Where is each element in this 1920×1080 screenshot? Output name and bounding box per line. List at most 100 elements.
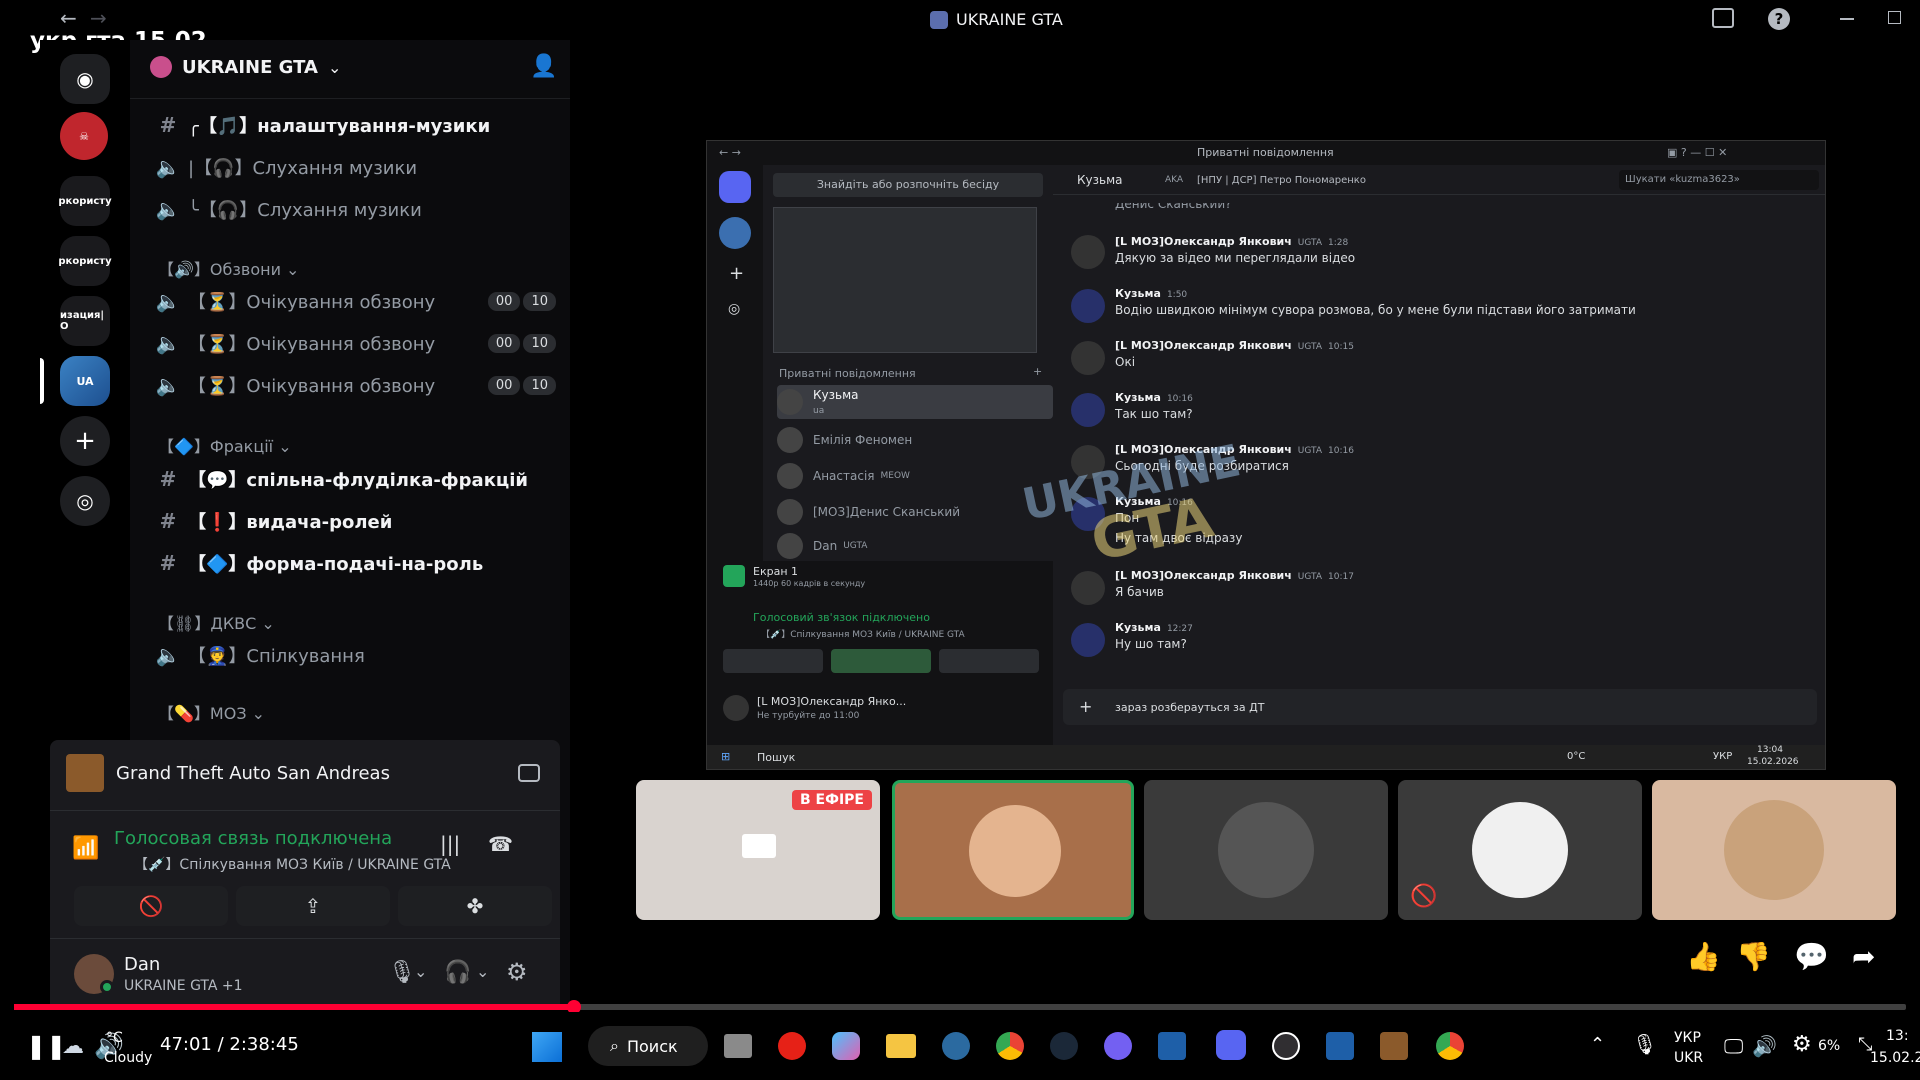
disconnect-icon[interactable]: ☎ (488, 832, 513, 856)
voice-channel-item[interactable]: 🔈 |【🎧】Слухання музики (148, 148, 556, 186)
inner-add-icon: + (729, 263, 745, 284)
server-label[interactable]: ркористу (58, 236, 112, 286)
voice-channel-item[interactable]: 🔈 【👮】Спілкування (148, 636, 556, 674)
chevron-down-icon[interactable]: ⌄ (414, 962, 427, 981)
server-header[interactable]: UKRAINE GTA ⌄ (150, 56, 341, 78)
server-label[interactable]: изация|О (60, 296, 110, 346)
weather-temp: °C (106, 1030, 123, 1046)
help-icon[interactable]: ? (1768, 8, 1790, 30)
category-moz[interactable]: 【💊】МОЗ ⌄ (158, 700, 265, 724)
windows-start-icon[interactable] (532, 1032, 562, 1062)
like-icon[interactable]: 👍 (1686, 940, 1721, 973)
speaker-icon[interactable]: 🔊 (1752, 1034, 1777, 1058)
clock-date[interactable]: 15.02.20 (1870, 1050, 1920, 1066)
file-explorer-icon[interactable] (886, 1034, 916, 1058)
server-icon-ukraine-gta[interactable]: UA (60, 356, 110, 406)
voice-channel-item[interactable]: 🔈 【⏳】Очікування обзвону 00 10 (148, 366, 556, 404)
comment-icon[interactable]: 💬 (1794, 940, 1829, 973)
inner-search-bar: Знайдіть або розпочніть бесіду (773, 173, 1043, 197)
channel-item[interactable]: # 【💬】спільна-флуділка-фракцій (148, 460, 556, 498)
inner-back-icon: ← → (719, 146, 741, 159)
explore-icon[interactable]: ◎ (60, 476, 110, 526)
participant-tile[interactable]: 🚫 (1398, 780, 1642, 920)
app-icon[interactable] (1326, 1032, 1354, 1060)
obs-icon[interactable] (1272, 1032, 1300, 1060)
add-server-icon[interactable]: + (60, 416, 110, 466)
inner-server-icon (719, 217, 751, 249)
participant-tile-active[interactable] (892, 780, 1134, 920)
microphone-icon[interactable]: 🎙 (388, 960, 416, 985)
inner-top-cut: Денис Сканський? (1115, 197, 1232, 211)
invite-people-icon[interactable]: 👤 (530, 54, 557, 79)
headphones-icon[interactable]: 🎧 (444, 960, 471, 985)
voice-channel[interactable]: 【💉】Спілкування МОЗ Київ / UKRAINE GTA (134, 854, 451, 874)
server-label[interactable]: ркористу (58, 176, 112, 226)
battery-percent: 6% (1818, 1038, 1841, 1054)
category-dkvs[interactable]: 【⛓】ДКВС ⌄ (158, 610, 275, 634)
activity-row[interactable]: Grand Theft Auto San Andreas (66, 754, 390, 792)
youtube-icon[interactable] (778, 1032, 806, 1060)
chrome-icon[interactable] (996, 1032, 1024, 1060)
channel-item[interactable]: # ╭【🎵】налаштування-музики (148, 106, 556, 144)
language-2[interactable]: UKR (1674, 1050, 1703, 1066)
viber-icon[interactable] (1104, 1032, 1132, 1060)
user-name[interactable]: Dan (124, 954, 160, 975)
app-icon[interactable] (1158, 1032, 1186, 1060)
voice-channel-item[interactable]: 🔈 【⏳】Очікування обзвону 00 10 (148, 324, 556, 362)
dislike-icon[interactable]: 👎 (1736, 940, 1771, 973)
chevron-up-icon[interactable]: ⌃ (1590, 1034, 1605, 1055)
voice-channel-item[interactable]: 🔈 ╰【🎧】Слухання музики (148, 190, 556, 228)
discord-icon[interactable] (1216, 1030, 1246, 1060)
steam-icon[interactable] (1050, 1032, 1078, 1060)
popout-icon[interactable] (518, 764, 540, 782)
participant-tile[interactable] (1144, 780, 1388, 920)
microphone-icon[interactable]: 🎙 (1632, 1032, 1657, 1056)
inner-aka-label: AKA (1165, 175, 1184, 185)
minimize-icon[interactable] (1840, 18, 1854, 20)
language-1[interactable]: УКР (1674, 1030, 1701, 1046)
chrome-icon[interactable] (1436, 1032, 1464, 1060)
channel-item[interactable]: # 【❗】видача-ролей (148, 502, 556, 540)
task-view-icon[interactable] (724, 1034, 752, 1058)
speaker-icon: 🔈 (155, 197, 181, 221)
server-icon (930, 10, 948, 29)
noise-suppression-icon[interactable]: ||| (440, 832, 460, 856)
inbox-icon[interactable] (1712, 8, 1734, 28)
app-icon[interactable] (942, 1032, 970, 1060)
back-arrow-icon[interactable]: ← (60, 6, 77, 30)
server-icon[interactable]: ☠ (60, 112, 108, 160)
channel-item[interactable]: # 【🔷】форма-подачі-на-роль (148, 544, 556, 582)
camera-button[interactable]: 🚫 (74, 886, 228, 926)
shared-screen[interactable]: ← → Приватні повідомлення ▣ ? — ☐ ✕ + ◎ … (706, 140, 1826, 770)
settings-gear-icon[interactable]: ⚙ (506, 958, 528, 986)
maximize-icon[interactable] (1888, 11, 1901, 24)
forward-arrow-icon[interactable]: → (90, 6, 107, 30)
chevron-down-icon: ⌄ (327, 57, 342, 77)
copilot-icon[interactable] (832, 1032, 860, 1060)
chevron-down-icon[interactable]: ⌄ (476, 962, 489, 981)
taskbar-search[interactable]: ⌕ Поиск (588, 1026, 708, 1066)
share-icon[interactable]: ➦ (1852, 940, 1875, 973)
stream-preview-tile[interactable]: В ЕФІРЕ (636, 780, 880, 920)
game-icon[interactable] (1380, 1032, 1408, 1060)
discord-home-icon[interactable]: ◉ (60, 54, 110, 104)
speaker-icon: 🔈 (155, 373, 181, 397)
inner-msg-avatar (1071, 393, 1105, 427)
network-icon[interactable]: 🖵 (1724, 1034, 1743, 1058)
voice-channel-item[interactable]: 🔈 【⏳】Очікування обзвону 00 10 (148, 282, 556, 320)
progress-track[interactable] (14, 1000, 1906, 1014)
voice-status[interactable]: Голосовая связь подключена (114, 828, 392, 849)
share-screen-button[interactable]: ⇪ (236, 886, 390, 926)
settings-gear-icon[interactable]: ⚙ (1792, 1032, 1812, 1057)
activities-button[interactable]: ✤ (398, 886, 552, 926)
clock-time[interactable]: 13: (1886, 1028, 1909, 1044)
participant-avatar (1724, 800, 1824, 900)
category-factions[interactable]: 【🔷】Фракції ⌄ (158, 433, 292, 457)
inner-explore-icon: ◎ (728, 301, 741, 317)
speaker-icon: 🔈 (155, 331, 181, 355)
inner-start-icon: ⊞ (721, 750, 731, 763)
pause-icon[interactable]: ❚❚ (26, 1032, 66, 1060)
category-calls[interactable]: 【🔊】Обзвони ⌄ (158, 256, 299, 280)
participant-tile[interactable] (1652, 780, 1896, 920)
inner-dm-item: Емілія Феномен (777, 423, 1053, 457)
